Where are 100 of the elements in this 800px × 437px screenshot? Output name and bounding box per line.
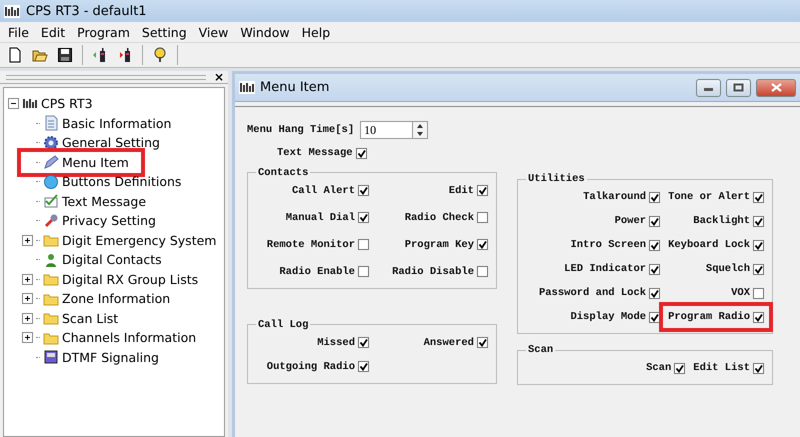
checkbox[interactable] (674, 362, 686, 374)
checkbox-label: Squelch (706, 263, 750, 275)
tree-item[interactable]: Text Message (62, 194, 146, 209)
checkbox[interactable] (358, 337, 369, 348)
group-title: Call Log (257, 318, 310, 330)
close-icon (770, 82, 782, 93)
window-title: CPS RT3 - default1 (26, 4, 147, 18)
tree-item[interactable]: Basic Information (62, 116, 172, 131)
menu-item[interactable]: Setting (136, 24, 193, 40)
checkbox[interactable] (477, 266, 488, 277)
spin-button[interactable] (412, 121, 428, 139)
checkbox[interactable] (358, 361, 369, 372)
tree-item[interactable]: DTMF Signaling (62, 350, 159, 365)
radio-write-icon (117, 47, 133, 63)
checkbox[interactable] (753, 192, 764, 202)
tree-item[interactable]: Channels Information (62, 330, 196, 346)
close-pane-button[interactable]: × (214, 70, 224, 84)
checkbox-label: Talkaround (583, 191, 646, 203)
checkbox[interactable] (753, 288, 764, 298)
tree-item[interactable]: Digit Emergency System (62, 232, 216, 248)
checkbox-label: Password and Lock (538, 287, 646, 299)
checkbox-label: Program Radio (668, 311, 750, 323)
person-icon (43, 252, 59, 268)
checkbox-label: Intro Screen (570, 239, 646, 251)
hang-time-field[interactable]: 10 (360, 121, 412, 139)
checkbox-label: Keyboard Lock (668, 239, 750, 251)
group-title: Contacts (257, 166, 310, 178)
checkbox-label: Edit List (693, 362, 750, 374)
menu-item[interactable]: Edit (34, 24, 72, 40)
tree-item[interactable]: Privacy Setting (62, 213, 156, 228)
checkbox-label: Call Alert (292, 184, 355, 196)
spin-down-icon (417, 132, 424, 136)
checkbox-label: Program Key (404, 238, 474, 250)
expander-icon[interactable] (22, 332, 33, 344)
checkbox[interactable] (356, 148, 367, 158)
tree-item[interactable]: Digital Contacts (62, 252, 162, 268)
checkbox[interactable] (753, 240, 764, 250)
menu-item[interactable]: Program (71, 24, 136, 40)
checkbox[interactable] (477, 239, 488, 250)
expander-icon[interactable] (22, 293, 33, 304)
tree-item[interactable]: Zone Information (62, 291, 170, 306)
menu-item[interactable]: File (2, 24, 35, 40)
app-logo-icon (4, 4, 20, 18)
wrench-icon (43, 212, 59, 229)
tree-item[interactable]: Digital RX Group Lists (62, 272, 198, 287)
pen-icon (43, 154, 59, 170)
checkbox-label: LED Indicator (564, 263, 646, 275)
checkbox-label: Radio Check (404, 212, 474, 224)
maximize-button[interactable] (726, 78, 751, 96)
checkbox[interactable] (753, 312, 764, 322)
menu-item[interactable]: Window (234, 24, 296, 40)
checkbox-label: Missed (317, 336, 355, 348)
checkbox[interactable] (753, 216, 764, 226)
close-button[interactable] (756, 78, 796, 96)
checkbox-label: Display Mode (570, 311, 646, 323)
checkbox-label: Remote Monitor (266, 238, 355, 250)
checkbox-label: Edit (448, 184, 474, 196)
checkbox-label: Outgoing Radio (266, 360, 355, 372)
group-title: Scan (527, 344, 554, 356)
minimize-button[interactable] (696, 78, 721, 96)
checkbox[interactable] (358, 185, 369, 196)
expander-icon[interactable] (22, 274, 33, 285)
tree-item[interactable]: Menu Item (62, 154, 129, 170)
checkbox[interactable] (477, 185, 488, 196)
checkbox-label: Scan (646, 362, 672, 374)
checkbox[interactable] (753, 362, 764, 374)
expander-icon[interactable] (8, 98, 19, 110)
checkbox-label: Answered (424, 336, 474, 348)
checkbox[interactable] (358, 212, 369, 223)
radio-read-icon (92, 47, 108, 63)
tree-item[interactable]: General Setting (62, 135, 160, 150)
expander-icon[interactable] (22, 312, 33, 324)
spin-up-icon (417, 124, 424, 128)
window-title: Menu Item (260, 80, 330, 95)
checkbox[interactable] (649, 216, 660, 226)
checkbox[interactable] (477, 212, 488, 223)
group-title: Utilities (527, 173, 586, 185)
checkbox[interactable] (649, 312, 660, 322)
document-icon (43, 115, 59, 132)
checkbox-label: Manual Dial (286, 212, 355, 224)
checkbox[interactable] (753, 264, 764, 274)
tree-item[interactable]: Scan List (62, 310, 118, 326)
checkbox[interactable] (649, 264, 660, 274)
checkbox-label: Radio Enable (279, 266, 355, 278)
envelope-check-icon (43, 193, 59, 210)
menu-item[interactable]: Help (296, 24, 336, 40)
checkbox[interactable] (358, 239, 369, 250)
checkbox-label: VOX (731, 287, 750, 299)
expander-icon[interactable] (22, 234, 33, 246)
menu-item[interactable]: View (192, 24, 234, 40)
globe-icon (43, 174, 59, 190)
checkbox[interactable] (649, 240, 660, 250)
checkbox[interactable] (649, 192, 660, 202)
tree-item[interactable]: Buttons Definitions (62, 174, 182, 190)
tree-item[interactable]: CPS RT3 (41, 96, 93, 112)
checkbox-label: Text Message (277, 147, 353, 159)
checkbox-label: Power (614, 215, 646, 227)
checkbox[interactable] (649, 288, 660, 298)
checkbox[interactable] (477, 337, 488, 348)
checkbox[interactable] (358, 266, 369, 277)
